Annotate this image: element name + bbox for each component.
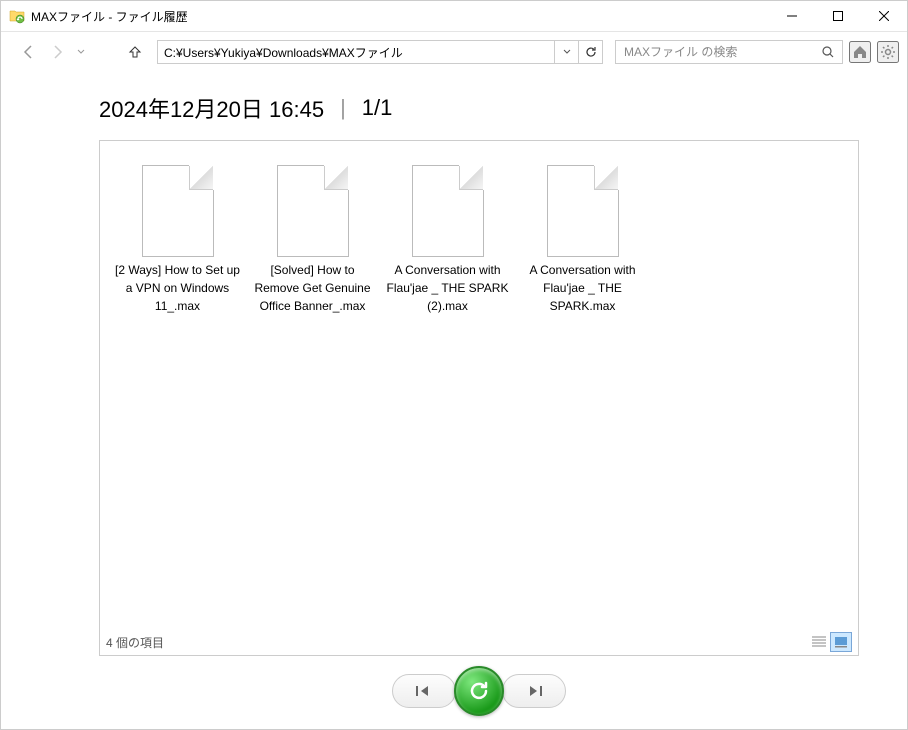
window-title: MAXファイル - ファイル履歴 [31, 8, 769, 25]
content-area: 2024年12月20日 16:45 | 1/1 [2 Ways] How to … [1, 72, 907, 729]
file-icon [142, 165, 214, 257]
search-input[interactable] [616, 41, 814, 63]
home-icon[interactable] [849, 41, 871, 63]
history-dropdown[interactable] [73, 40, 89, 64]
page-heading: 2024年12月20日 16:45 | 1/1 [99, 92, 859, 124]
file-pane: [2 Ways] How to Set up a VPN on Windows … [99, 140, 859, 656]
file-item[interactable]: [2 Ways] How to Set up a VPN on Windows … [110, 161, 245, 319]
view-icons-button[interactable] [830, 632, 852, 652]
search-button[interactable] [814, 41, 842, 63]
file-name: [Solved] How to Remove Get Genuine Offic… [249, 261, 376, 315]
heading-separator: | [340, 95, 346, 121]
file-name: A Conversation with Flau'jae _ THE SPARK… [519, 261, 646, 315]
forward-button[interactable] [45, 40, 69, 64]
restore-button[interactable] [454, 666, 504, 716]
file-item[interactable]: A Conversation with Flau'jae _ THE SPARK… [515, 161, 650, 319]
path-input[interactable] [158, 41, 554, 63]
item-count: 4 個の項目 [106, 634, 164, 651]
file-name: [2 Ways] How to Set up a VPN on Windows … [114, 261, 241, 315]
file-name: A Conversation with Flau'jae _ THE SPARK… [384, 261, 511, 315]
window-controls [769, 1, 907, 31]
back-button[interactable] [17, 40, 41, 64]
up-button[interactable] [123, 40, 147, 64]
heading-page: 1/1 [362, 95, 393, 121]
maximize-button[interactable] [815, 1, 861, 31]
file-icon [412, 165, 484, 257]
titlebar: MAXファイル - ファイル履歴 [1, 1, 907, 32]
history-controls [99, 660, 859, 722]
refresh-button[interactable] [578, 41, 602, 63]
close-button[interactable] [861, 1, 907, 31]
file-icon [277, 165, 349, 257]
app-icon [9, 8, 25, 24]
toolbar [1, 32, 907, 72]
file-icon [547, 165, 619, 257]
heading-datetime: 2024年12月20日 16:45 [99, 92, 324, 124]
next-version-button[interactable] [502, 674, 566, 708]
search-box [615, 40, 843, 64]
previous-version-button[interactable] [392, 674, 456, 708]
address-bar [157, 40, 603, 64]
gear-icon[interactable] [877, 41, 899, 63]
view-details-button[interactable] [808, 632, 830, 652]
window: MAXファイル - ファイル履歴 2024年12月20日 16:45 | 1/1 [0, 0, 908, 730]
files-grid: [2 Ways] How to Set up a VPN on Windows … [100, 141, 858, 339]
path-dropdown[interactable] [554, 41, 578, 63]
pane-footer: 4 個の項目 [100, 629, 858, 655]
file-item[interactable]: [Solved] How to Remove Get Genuine Offic… [245, 161, 380, 319]
file-item[interactable]: A Conversation with Flau'jae _ THE SPARK… [380, 161, 515, 319]
minimize-button[interactable] [769, 1, 815, 31]
